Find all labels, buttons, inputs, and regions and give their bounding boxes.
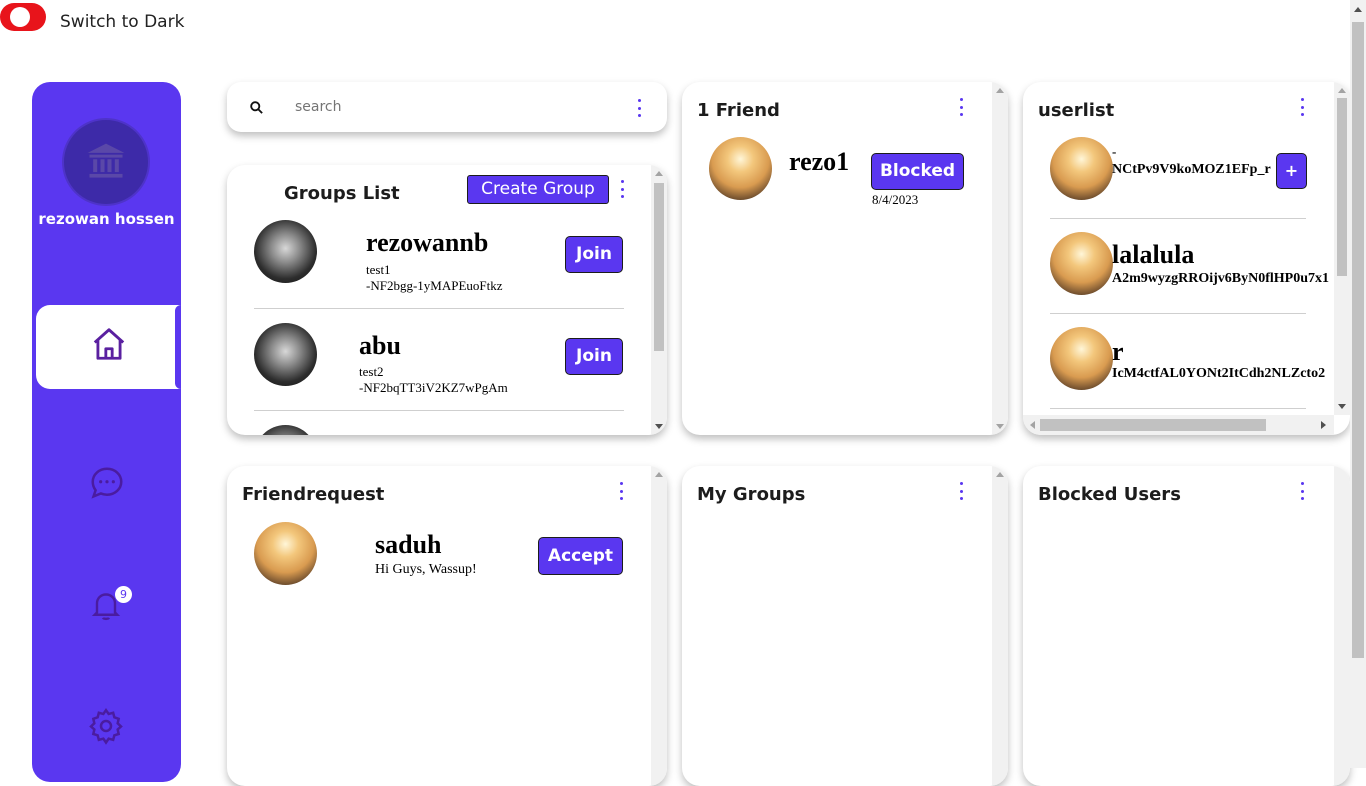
user-id: IcM4ctfAL0YONt2ItCdh2NLZcto2 xyxy=(1112,366,1326,381)
friends-card: 1 Friend rezo1 Blocked 8/4/2023 xyxy=(682,82,1008,435)
blocked-button[interactable]: Blocked xyxy=(871,153,964,190)
user-id: A2m9wyzgRROijv6ByN0flHP0u7x1 xyxy=(1112,271,1329,286)
friend-name: rezo1 xyxy=(789,147,850,176)
groups-list-title: Groups List xyxy=(284,183,400,204)
group-avatar xyxy=(254,323,317,386)
divider xyxy=(1050,408,1306,409)
friend-requests-card: Friendrequest saduh Hi Guys, Wassup! Acc… xyxy=(227,466,667,786)
sidebar: rezowan hossen 9 xyxy=(32,82,181,782)
friends-menu-icon[interactable] xyxy=(956,98,966,116)
search-input[interactable] xyxy=(295,94,595,120)
join-button[interactable]: Join xyxy=(565,338,623,375)
blocked-users-menu-icon[interactable] xyxy=(1297,482,1307,500)
nav-home[interactable] xyxy=(36,305,181,389)
request-avatar xyxy=(254,522,317,585)
user-name: r xyxy=(1112,337,1124,366)
user-avatar xyxy=(1050,232,1113,295)
user-name: lalalula xyxy=(1112,240,1195,269)
userlist-hscroll[interactable] xyxy=(1023,415,1334,435)
create-group-button[interactable]: Create Group xyxy=(467,175,609,204)
my-groups-menu-icon[interactable] xyxy=(956,482,966,500)
page-scrollbar[interactable] xyxy=(1350,0,1366,768)
group-subtitle: test1 xyxy=(366,262,391,277)
friends-scrollbar[interactable] xyxy=(992,82,1008,435)
group-avatar xyxy=(254,425,317,435)
group-subtitle: test2 xyxy=(359,364,384,379)
theme-toggle[interactable] xyxy=(0,3,46,31)
my-groups-scrollbar[interactable] xyxy=(992,466,1008,786)
divider xyxy=(254,410,624,411)
userlist-title: userlist xyxy=(1038,100,1115,121)
divider xyxy=(1050,313,1306,314)
accept-button[interactable]: Accept xyxy=(538,537,623,575)
groups-scrollbar[interactable] xyxy=(651,165,667,435)
search-bar xyxy=(227,82,667,132)
divider xyxy=(254,308,624,309)
blocked-users-card: Blocked Users xyxy=(1023,466,1350,786)
user-name: - xyxy=(1112,144,1117,159)
friend-avatar xyxy=(709,137,772,200)
user-avatar xyxy=(1050,327,1113,390)
friend-requests-scrollbar[interactable] xyxy=(651,466,667,786)
friend-date: 8/4/2023 xyxy=(872,192,919,207)
add-user-button[interactable]: + xyxy=(1276,153,1307,189)
user-id: NCtPv9V9koMOZ1EFp_r xyxy=(1112,162,1271,177)
blocked-users-scrollbar[interactable] xyxy=(1334,466,1350,786)
profile-avatar[interactable] xyxy=(62,118,150,206)
friend-requests-menu-icon[interactable] xyxy=(616,482,626,500)
my-groups-card: My Groups xyxy=(682,466,1008,786)
toggle-knob xyxy=(10,7,30,27)
my-groups-title: My Groups xyxy=(697,484,806,505)
userlist-vscroll[interactable] xyxy=(1334,82,1350,415)
group-id: -NF2bqTT3iV2KZ7wPgAm xyxy=(359,380,508,395)
group-name: rezowannb xyxy=(366,228,489,257)
gear-icon[interactable] xyxy=(86,706,126,746)
user-avatar xyxy=(1050,137,1113,200)
nav-active-indicator xyxy=(175,305,181,389)
search-menu-icon[interactable] xyxy=(634,99,644,117)
blocked-users-title: Blocked Users xyxy=(1038,484,1181,505)
chat-icon[interactable] xyxy=(88,464,126,502)
friends-title: 1 Friend xyxy=(697,100,780,121)
friend-requests-title: Friendrequest xyxy=(242,484,385,505)
request-message: Hi Guys, Wassup! xyxy=(375,562,477,577)
home-icon xyxy=(93,328,125,360)
groups-list-card: Groups List Create Group rezowannb test1… xyxy=(227,165,667,435)
request-name: saduh xyxy=(375,530,442,559)
group-id: -NF2bgg-1yMAPEuoFtkz xyxy=(366,278,503,293)
bank-icon xyxy=(87,143,125,178)
profile-username: rezowan hossen xyxy=(38,210,175,228)
divider xyxy=(1050,218,1306,219)
userlist-menu-icon[interactable] xyxy=(1297,98,1307,116)
group-avatar xyxy=(254,220,317,283)
group-name: abu xyxy=(359,331,401,360)
search-icon xyxy=(250,101,263,114)
join-button[interactable]: Join xyxy=(565,236,623,273)
notification-badge: 9 xyxy=(115,586,132,603)
groups-menu-icon[interactable] xyxy=(617,180,627,198)
userlist-card: userlist - NCtPv9V9koMOZ1EFp_r + lalalul… xyxy=(1023,82,1350,435)
theme-toggle-label: Switch to Dark xyxy=(60,12,185,32)
